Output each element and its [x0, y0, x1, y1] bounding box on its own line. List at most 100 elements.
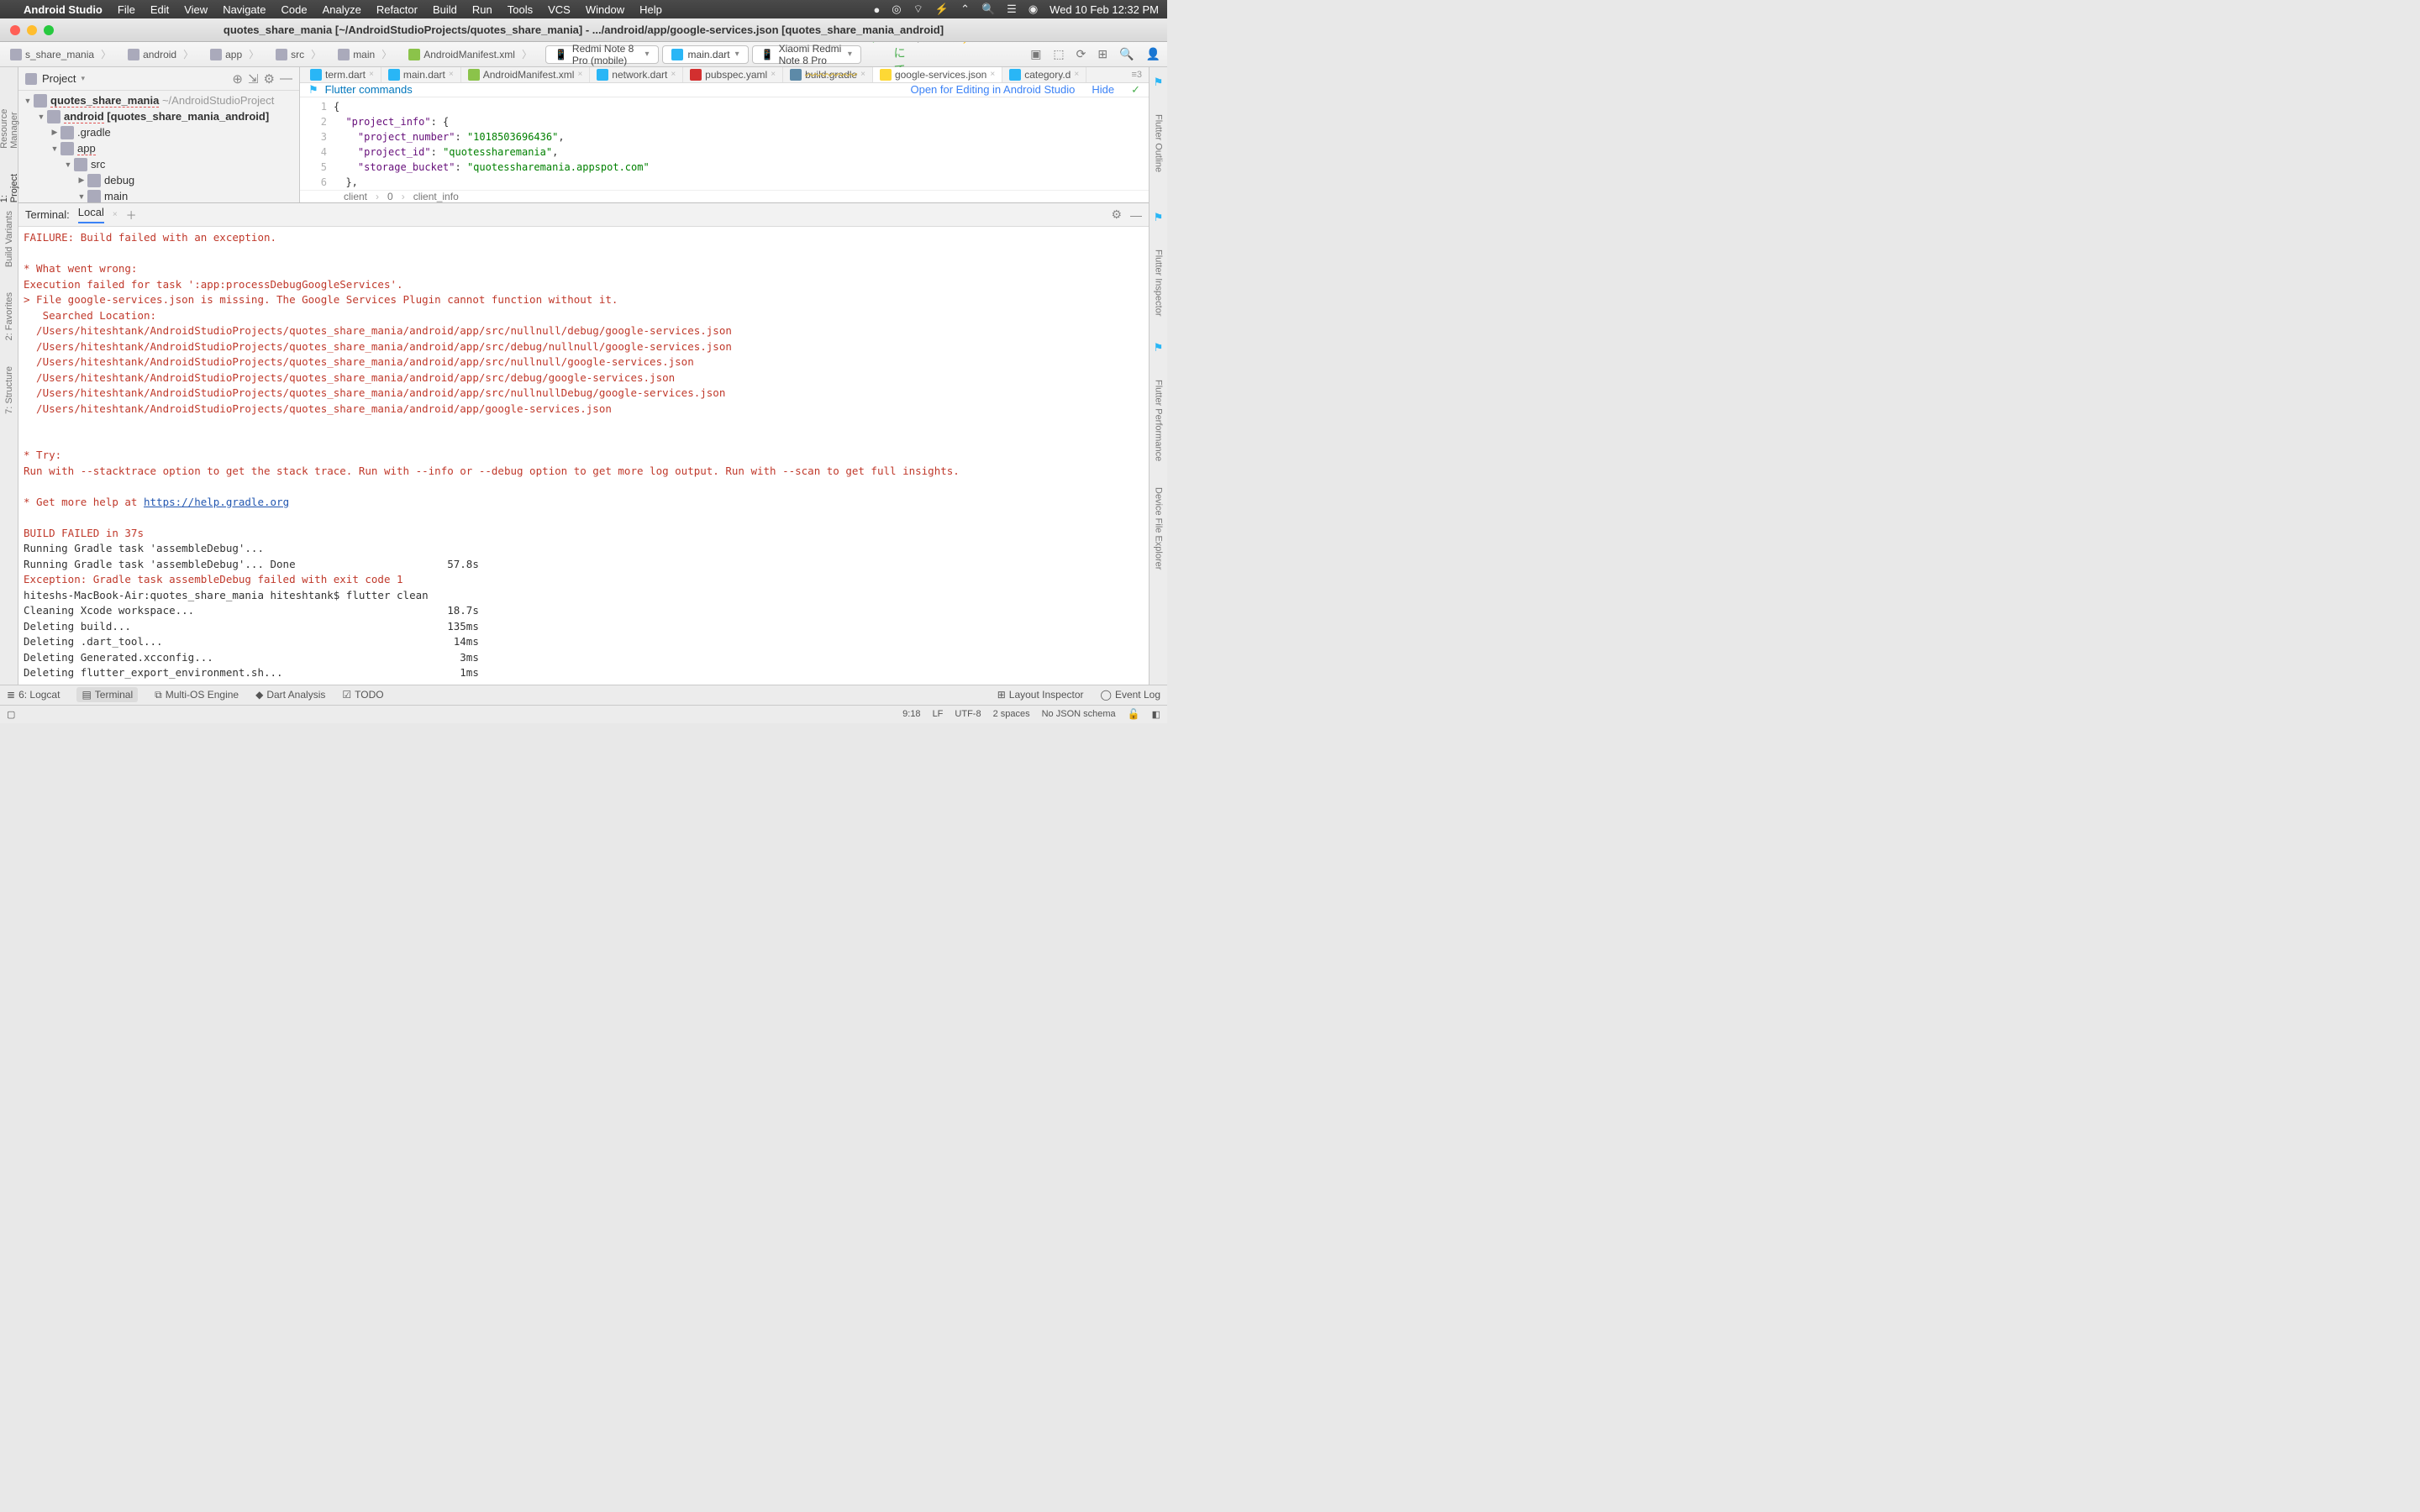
resource-manager-tab[interactable]: Resource Manager	[0, 92, 19, 149]
tree-node[interactable]: app	[77, 142, 96, 155]
build-variants-tab[interactable]: Build Variants	[4, 211, 14, 267]
menubar-app-name[interactable]: Android Studio	[24, 3, 103, 16]
editor-tab[interactable]: category.d×	[1002, 67, 1086, 83]
project-view-label[interactable]: Project	[42, 72, 76, 85]
status-dot-icon[interactable]: ●	[873, 3, 880, 16]
close-tab-icon[interactable]: ×	[369, 70, 374, 79]
multios-tab[interactable]: ⧉ Multi-OS Engine	[155, 689, 239, 701]
editor-tab[interactable]: network.dart×	[590, 67, 683, 83]
menu-build[interactable]: Build	[433, 3, 457, 16]
avd-button[interactable]: ▣	[1030, 47, 1041, 61]
editor-tab[interactable]: AndroidManifest.xml×	[461, 67, 591, 83]
siri-icon[interactable]: ◉	[1028, 3, 1038, 16]
menu-vcs[interactable]: VCS	[548, 3, 571, 16]
hide-icon[interactable]: —	[280, 71, 292, 86]
battery-icon[interactable]: ⚡	[935, 3, 949, 16]
flutter-inspector-tab[interactable]: Flutter Inspector	[1154, 249, 1164, 316]
menubar-clock[interactable]: Wed 10 Feb 12:32 PM	[1050, 3, 1159, 16]
menu-navigate[interactable]: Navigate	[223, 3, 266, 16]
project-tree[interactable]: ▼quotes_share_mania ~/AndroidStudioProje…	[18, 91, 299, 202]
dart-analysis-tab[interactable]: ◆ Dart Analysis	[255, 689, 325, 701]
tree-node-root[interactable]: quotes_share_mania	[50, 94, 159, 108]
gear-icon[interactable]: ⚙	[1111, 207, 1122, 222]
line-separator[interactable]: LF	[933, 709, 944, 719]
gear-icon[interactable]: ⚙	[264, 71, 275, 87]
editor-tab[interactable]: pubspec.yaml×	[683, 67, 783, 83]
terminal-output[interactable]: FAILURE: Build failed with an exception.…	[18, 227, 1149, 685]
sdk-button[interactable]: ⬚	[1053, 47, 1064, 61]
crumb[interactable]: client	[344, 191, 367, 202]
breadcrumb-seg[interactable]: AndroidManifest.xml	[402, 45, 539, 64]
flutter-outline-tab[interactable]: Flutter Outline	[1154, 114, 1164, 172]
editor-tab[interactable]: term.dart×	[303, 67, 381, 83]
breadcrumb-seg[interactable]: main	[331, 45, 398, 64]
profile-avatar[interactable]: 👤	[1146, 47, 1160, 61]
close-tab-icon[interactable]: ×	[671, 70, 676, 79]
event-log-tab[interactable]: ◯ Event Log	[1101, 689, 1160, 701]
indent-setting[interactable]: 2 spaces	[993, 709, 1030, 719]
chevron-down-icon[interactable]: ▾	[81, 74, 85, 83]
search-button[interactable]: 🔍	[1119, 47, 1134, 61]
memory-indicator-icon[interactable]: ◧	[1152, 709, 1160, 720]
menu-run[interactable]: Run	[472, 3, 492, 16]
help-link[interactable]: https://help.gradle.org	[144, 496, 289, 508]
status-icon[interactable]: ▢	[7, 709, 15, 720]
menu-window[interactable]: Window	[586, 3, 624, 16]
caret-position[interactable]: 9:18	[902, 709, 920, 719]
hide-banner-link[interactable]: Hide	[1092, 83, 1114, 97]
json-schema[interactable]: No JSON schema	[1042, 709, 1116, 719]
menu-edit[interactable]: Edit	[150, 3, 169, 16]
readonly-lock-icon[interactable]: 🔓	[1128, 708, 1140, 720]
logcat-tab[interactable]: ≣ 6: Logcat	[7, 689, 60, 701]
assist-icon[interactable]: ◎	[892, 3, 901, 16]
close-tab-icon[interactable]: ×	[860, 70, 865, 79]
close-tab-icon[interactable]: ×	[1074, 70, 1079, 79]
close-tab-icon[interactable]: ×	[771, 70, 776, 79]
open-in-as-link[interactable]: Open for Editing in Android Studio	[910, 83, 1075, 97]
project-tab[interactable]: 1: Project	[0, 174, 19, 202]
control-center-icon[interactable]: ☰	[1007, 3, 1017, 16]
run-config-selector[interactable]: main.dart▾	[662, 45, 749, 64]
locate-icon[interactable]: ⊕	[232, 71, 243, 87]
device-box-selector[interactable]: 📱Xiaomi Redmi Note 8 Pro▾	[752, 45, 861, 64]
expand-icon[interactable]: ⇲	[248, 71, 259, 87]
tree-node[interactable]: main	[104, 190, 128, 202]
file-encoding[interactable]: UTF-8	[955, 709, 981, 719]
close-tab-icon[interactable]: ×	[113, 210, 118, 219]
code-editor[interactable]: 123456 { "project_info": { "project_numb…	[300, 97, 1149, 190]
breadcrumb-seg[interactable]: app	[203, 45, 266, 64]
device-file-explorer-tab[interactable]: Device File Explorer	[1154, 487, 1164, 570]
tree-node[interactable]: src	[91, 158, 105, 171]
tree-node[interactable]: debug	[104, 174, 134, 186]
menu-tools[interactable]: Tools	[508, 3, 533, 16]
breadcrumb-seg[interactable]: s_share_mania	[3, 45, 118, 64]
menu-code[interactable]: Code	[281, 3, 308, 16]
layout-inspector-tab[interactable]: ⊞ Layout Inspector	[997, 689, 1084, 701]
close-tab-icon[interactable]: ×	[577, 70, 582, 79]
spotlight-icon[interactable]: 🔍	[981, 3, 995, 16]
menu-help[interactable]: Help	[639, 3, 662, 16]
editor-tab[interactable]: google-services.json×	[873, 67, 1002, 83]
flutter-performance-tab[interactable]: Flutter Performance	[1154, 380, 1164, 461]
target-device-selector[interactable]: 📱Redmi Note 8 Pro (mobile)▾	[545, 45, 659, 64]
menu-refactor[interactable]: Refactor	[376, 3, 418, 16]
todo-tab[interactable]: ☑ TODO	[342, 689, 383, 701]
close-tab-icon[interactable]: ×	[449, 70, 454, 79]
hide-icon[interactable]: —	[1130, 208, 1142, 222]
wifi-icon[interactable]: ⌃	[960, 3, 970, 16]
editor-tab[interactable]: build.gradle×	[783, 67, 873, 83]
breadcrumb-seg[interactable]: src	[269, 45, 328, 64]
tree-node[interactable]: android	[64, 110, 104, 123]
favorites-tab[interactable]: 2: Favorites	[4, 292, 14, 340]
terminal-tab[interactable]: ▤ Terminal	[76, 687, 138, 702]
bluetooth-icon[interactable]: ⌔	[913, 3, 923, 16]
tab-overflow[interactable]: ≡3	[1124, 70, 1149, 80]
new-terminal-button[interactable]: ＋	[126, 207, 137, 223]
sync-button[interactable]: ⟳	[1076, 47, 1086, 61]
close-tab-icon[interactable]: ×	[990, 70, 995, 79]
structure-tab[interactable]: 7: Structure	[4, 366, 14, 414]
terminal-tab-local[interactable]: Local	[78, 206, 104, 223]
editor-tab[interactable]: main.dart×	[381, 67, 461, 83]
crumb[interactable]: client_info	[413, 191, 459, 202]
crumb[interactable]: 0	[387, 191, 393, 202]
